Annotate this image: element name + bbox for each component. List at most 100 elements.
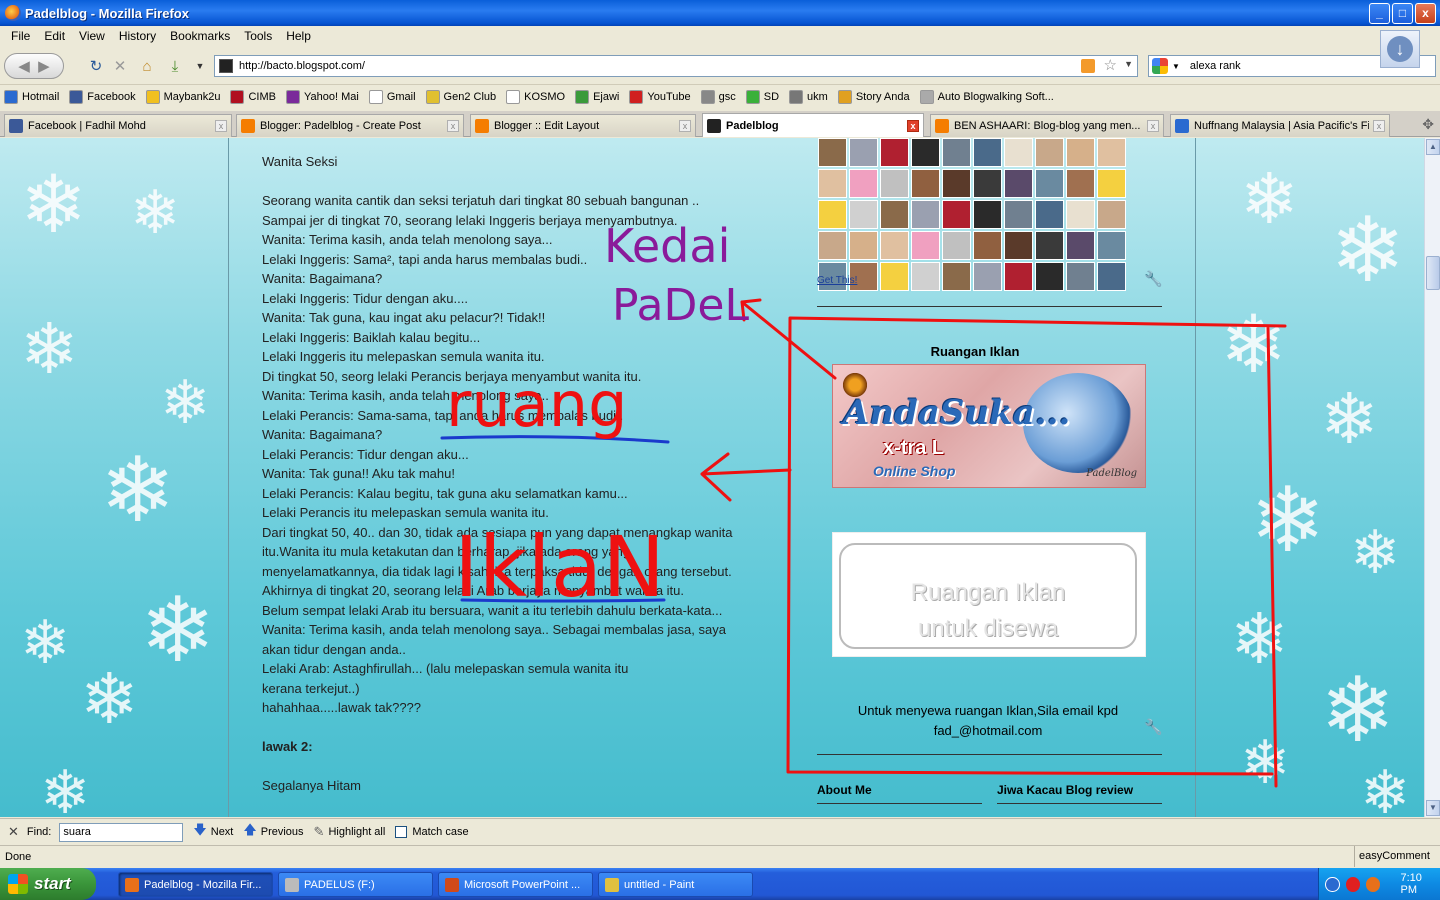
follower-avatar[interactable] (911, 200, 940, 229)
close-find-icon[interactable]: ✕ (8, 824, 19, 840)
follower-avatar[interactable] (1066, 169, 1095, 198)
url-bar[interactable]: http://bacto.blogspot.com/ ☆ ▼ (214, 55, 1138, 77)
new-tab-icon[interactable]: ✥ (1422, 116, 1434, 133)
bookmark-item[interactable]: CIMB (230, 90, 276, 104)
scroll-down-icon[interactable]: ▼ (1426, 800, 1440, 816)
follower-avatar[interactable] (818, 169, 847, 198)
highlight-all-button[interactable]: ✎ Highlight all (314, 824, 386, 840)
follower-avatar[interactable] (973, 169, 1002, 198)
vertical-scrollbar[interactable]: ▲ ▼ (1424, 138, 1440, 817)
follower-avatar[interactable] (880, 138, 909, 167)
taskbar-button[interactable]: Microsoft PowerPoint ... (438, 872, 593, 897)
bookmark-item[interactable]: Facebook (69, 90, 136, 104)
tab-close-icon[interactable]: x (447, 120, 459, 132)
follower-avatar[interactable] (973, 231, 1002, 260)
bookmark-star-icon[interactable]: ☆ (1104, 56, 1117, 74)
follower-avatar[interactable] (1035, 231, 1064, 260)
ad-placeholder-banner[interactable]: Ruangan Iklan untuk disewa (832, 532, 1146, 657)
download-button[interactable]: ↓ (1380, 30, 1420, 68)
follower-avatar[interactable] (818, 138, 847, 167)
browser-tab[interactable]: Nuffnang Malaysia | Asia Pacific's Fi...… (1170, 114, 1390, 137)
follower-avatar[interactable] (880, 169, 909, 198)
menu-tools[interactable]: Tools (237, 29, 279, 43)
find-next-button[interactable]: 🡇 Next (193, 821, 233, 843)
follower-avatar[interactable] (1035, 138, 1064, 167)
follower-avatar[interactable] (1097, 262, 1126, 291)
maximize-button[interactable]: □ (1392, 3, 1413, 24)
antivirus-tray-icon[interactable] (1345, 876, 1361, 892)
find-input[interactable] (59, 822, 184, 842)
follower-avatar[interactable] (1066, 138, 1095, 167)
bookmark-item[interactable]: Gmail (368, 90, 416, 104)
follower-avatar[interactable] (1004, 169, 1033, 198)
follower-avatar[interactable] (942, 169, 971, 198)
browser-tab[interactable]: Padelblog x (702, 113, 924, 137)
minimize-button[interactable]: _ (1369, 3, 1390, 24)
bookmark-item[interactable]: Yahoo! Mai (285, 90, 359, 104)
bookmark-item[interactable]: gsc (700, 90, 736, 104)
easycomment-status[interactable]: easyComment (1354, 846, 1440, 867)
browser-tab[interactable]: Blogger: Padelblog - Create Post x (236, 114, 464, 137)
browser-tab[interactable]: Facebook | Fadhil Mohd x (4, 114, 232, 137)
follower-avatar[interactable] (973, 262, 1002, 291)
bookmark-item[interactable]: Hotmail (4, 90, 59, 104)
taskbar-button[interactable]: Padelblog - Mozilla Fir... (118, 872, 273, 897)
follower-avatar[interactable] (942, 262, 971, 291)
taskbar-button[interactable]: PADELUS (F:) (278, 872, 433, 897)
follower-avatar[interactable] (1097, 169, 1126, 198)
tray-arrow-icon[interactable] (1325, 876, 1340, 892)
followers-avatar-grid[interactable] (818, 138, 1126, 291)
checkbox-icon[interactable] (395, 826, 408, 838)
follower-avatar[interactable] (849, 200, 878, 229)
follower-avatar[interactable] (1097, 138, 1126, 167)
tab-close-icon[interactable]: x (215, 120, 227, 132)
follower-avatar[interactable] (1004, 200, 1033, 229)
match-case-checkbox[interactable]: Match case (395, 826, 469, 838)
follower-avatar[interactable] (818, 231, 847, 260)
follower-avatar[interactable] (911, 262, 940, 291)
bookmark-item[interactable]: SD (745, 90, 779, 104)
follower-avatar[interactable] (1066, 231, 1095, 260)
follower-avatar[interactable] (849, 169, 878, 198)
menu-bookmarks[interactable]: Bookmarks (163, 29, 237, 43)
start-button[interactable]: start (0, 868, 96, 900)
tab-close-icon[interactable]: x (907, 119, 919, 132)
follower-avatar[interactable] (942, 231, 971, 260)
tab-close-icon[interactable]: x (679, 120, 691, 132)
url-dropdown-icon[interactable]: ▼ (1124, 59, 1133, 69)
bookmark-item[interactable]: ukm (789, 90, 828, 104)
follower-avatar[interactable] (942, 138, 971, 167)
url-text[interactable]: http://bacto.blogspot.com/ (239, 60, 365, 72)
tab-close-icon[interactable]: x (1147, 120, 1159, 132)
follower-avatar[interactable] (1004, 231, 1033, 260)
follower-avatar[interactable] (1066, 200, 1095, 229)
follower-avatar[interactable] (973, 200, 1002, 229)
follower-avatar[interactable] (1004, 138, 1033, 167)
download-status-icon[interactable]: ⤓ (162, 53, 188, 79)
follower-avatar[interactable] (849, 138, 878, 167)
firefox-tray-icon[interactable] (1366, 876, 1381, 892)
bookmark-item[interactable]: Ejawi (575, 90, 619, 104)
follower-avatar[interactable] (1035, 262, 1064, 291)
bookmark-item[interactable]: Story Anda (837, 90, 910, 104)
follower-avatar[interactable] (1004, 262, 1033, 291)
follower-avatar[interactable] (1066, 262, 1095, 291)
follower-avatar[interactable] (849, 231, 878, 260)
tab-close-icon[interactable]: x (1373, 120, 1385, 132)
follower-avatar[interactable] (973, 138, 1002, 167)
bookmark-item[interactable]: YouTube (629, 90, 691, 104)
google-icon[interactable] (1152, 58, 1168, 74)
follower-avatar[interactable] (911, 138, 940, 167)
follower-avatar[interactable] (1035, 200, 1064, 229)
follower-avatar[interactable] (942, 200, 971, 229)
follower-avatar[interactable] (880, 200, 909, 229)
menu-history[interactable]: History (112, 29, 163, 43)
edit-gadget-icon[interactable]: 🔧 (1144, 718, 1163, 736)
follower-avatar[interactable] (1097, 200, 1126, 229)
andasuka-banner[interactable]: AndaSuka... x-tra L Online Shop PadelBlo… (832, 364, 1146, 488)
get-this-link[interactable]: Get This! (817, 275, 857, 286)
reload-icon[interactable]: ↻ (86, 53, 106, 79)
bookmark-item[interactable]: Auto Blogwalking Soft... (919, 90, 1054, 104)
follower-avatar[interactable] (880, 262, 909, 291)
rss-icon[interactable] (1081, 59, 1095, 73)
